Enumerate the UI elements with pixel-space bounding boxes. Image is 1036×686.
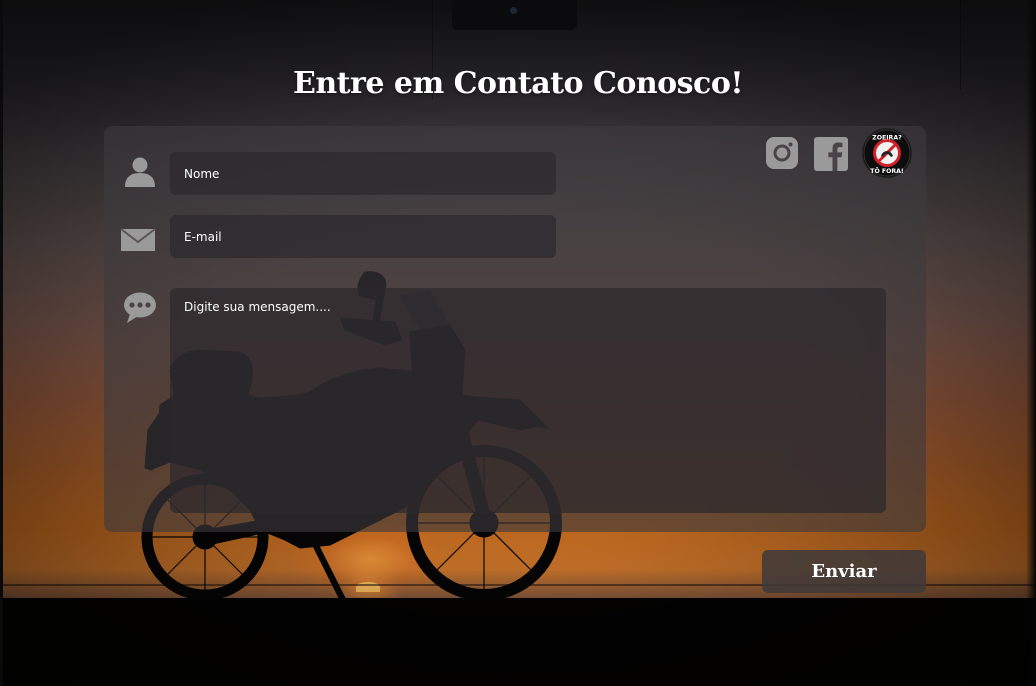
name-input[interactable] bbox=[170, 152, 556, 195]
speech-bubble-icon bbox=[124, 292, 156, 323]
envelope-icon bbox=[120, 228, 156, 251]
badge-text-bottom: TÔ FORA! bbox=[870, 166, 904, 175]
camera-icon bbox=[510, 7, 517, 14]
user-icon bbox=[125, 157, 155, 187]
submit-button[interactable]: Enviar bbox=[762, 550, 926, 593]
left-edge bbox=[0, 0, 3, 686]
right-edge bbox=[1026, 0, 1036, 686]
camera-notch bbox=[452, 0, 577, 30]
facebook-icon[interactable] bbox=[814, 137, 848, 171]
page-title: Entre em Contato Conosco! bbox=[293, 66, 744, 101]
email-input[interactable] bbox=[170, 215, 556, 258]
zoeira-to-fora-badge[interactable]: ZOEIRA? TÔ FORA! bbox=[863, 129, 911, 177]
badge-graphic: ZOEIRA? TÔ FORA! bbox=[863, 129, 911, 177]
message-textarea[interactable] bbox=[170, 288, 886, 513]
instagram-icon[interactable] bbox=[765, 136, 799, 170]
badge-text-top: ZOEIRA? bbox=[872, 135, 902, 142]
